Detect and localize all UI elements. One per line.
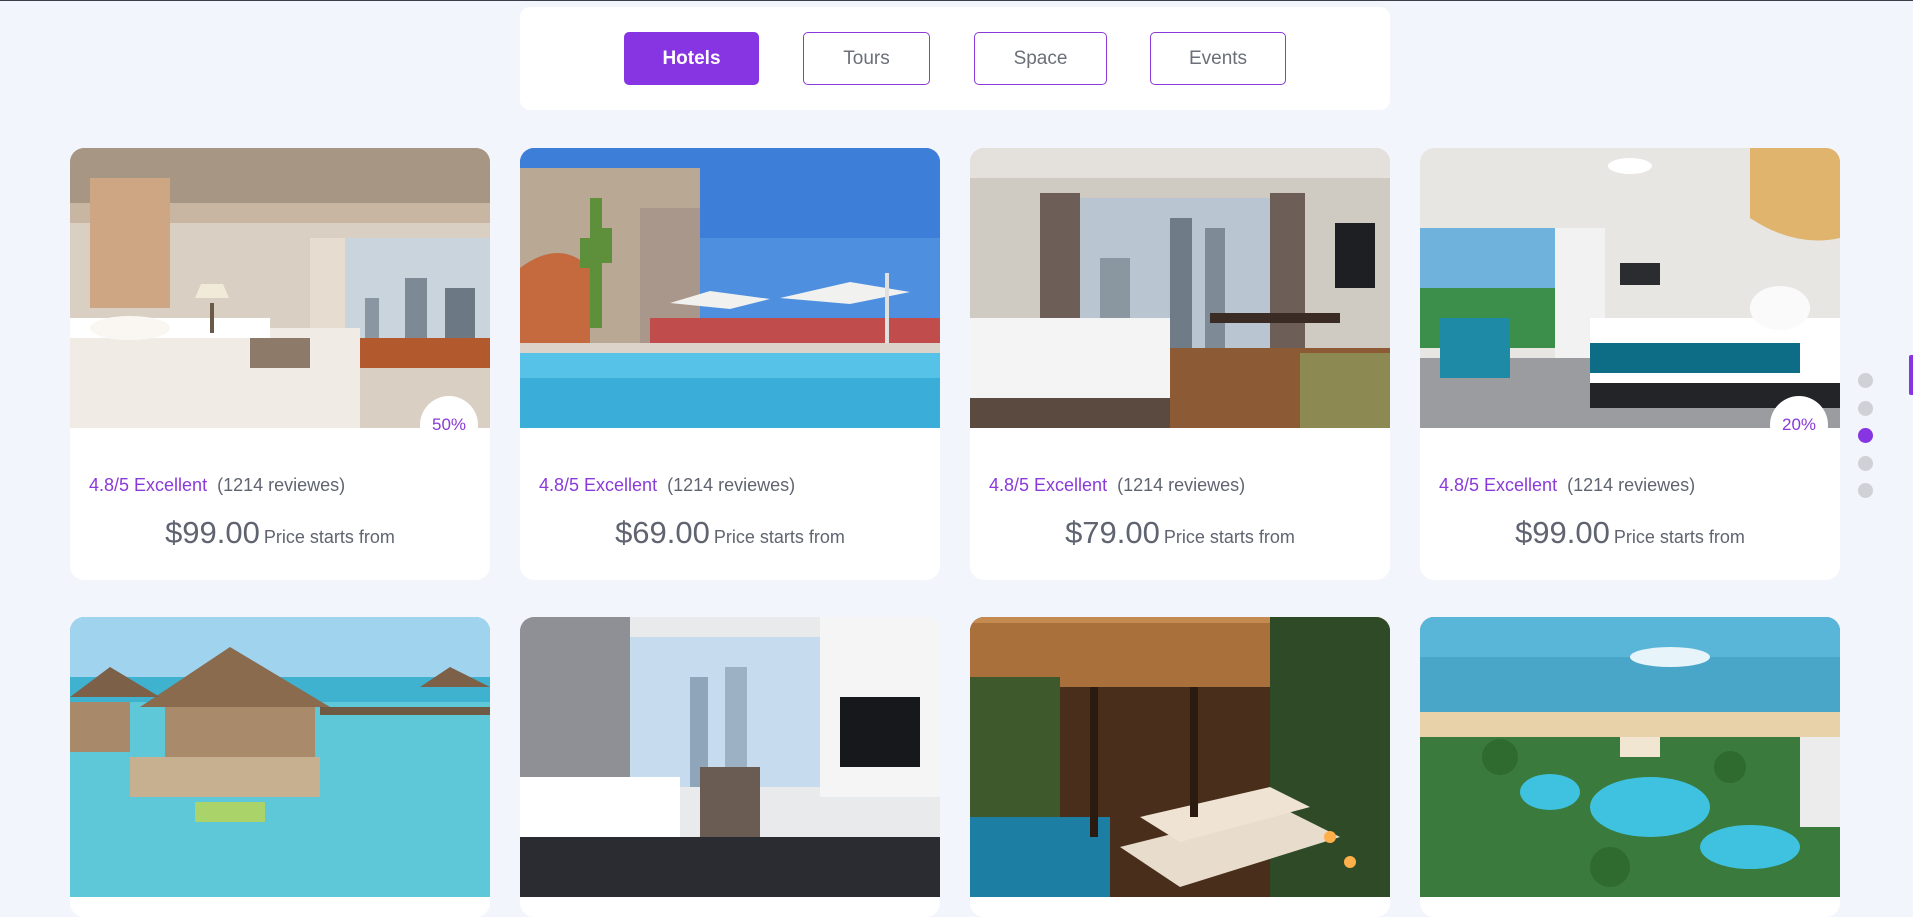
category-tab-panel: Hotels Tours Space Events xyxy=(520,7,1390,110)
rating-row: 4.8/5 Excellent (1214 reviewes) xyxy=(1439,475,1695,496)
tab-space[interactable]: Space xyxy=(974,32,1107,85)
hotel-card[interactable]: 20% 4.8/5 Excellent (1214 reviewes) $99.0… xyxy=(1420,148,1840,580)
review-count: (1214 reviewes) xyxy=(1567,475,1696,495)
hotel-photo[interactable] xyxy=(520,617,940,897)
price-row: $79.00 Price starts from xyxy=(970,515,1390,551)
rating-row: 4.8/5 Excellent (1214 reviewes) xyxy=(539,475,795,496)
tab-events[interactable]: Events xyxy=(1150,32,1286,85)
slide-dot-1[interactable] xyxy=(1858,373,1873,388)
hotel-card[interactable] xyxy=(970,617,1390,917)
rating-score: 4.8/5 Excellent xyxy=(89,475,208,495)
rating-score: 4.8/5 Excellent xyxy=(1439,475,1558,495)
price: $99.00 xyxy=(165,515,260,550)
price-note: Price starts from xyxy=(1163,527,1295,547)
price: $99.00 xyxy=(1515,515,1610,550)
hotel-card[interactable] xyxy=(1420,617,1840,917)
review-count: (1214 reviewes) xyxy=(1117,475,1246,495)
hotel-photo[interactable] xyxy=(70,148,490,428)
hotel-card[interactable]: 4.8/5 Excellent (1214 reviewes) $79.00 Pri… xyxy=(970,148,1390,580)
hotel-photo[interactable] xyxy=(70,617,490,897)
price-row: $99.00 Price starts from xyxy=(70,515,490,551)
discount-badge: 50% xyxy=(420,396,478,454)
review-count: (1214 reviewes) xyxy=(217,475,346,495)
rating-score: 4.8/5 Excellent xyxy=(989,475,1108,495)
top-border xyxy=(0,0,1913,1)
hotel-photo[interactable] xyxy=(520,148,940,428)
hotel-photo[interactable] xyxy=(970,617,1390,897)
hotel-photo[interactable] xyxy=(1420,148,1840,428)
hotel-photo[interactable] xyxy=(970,148,1390,428)
price-row: $99.00 Price starts from xyxy=(1420,515,1840,551)
discount-badge: 20% xyxy=(1770,396,1828,454)
price: $79.00 xyxy=(1065,515,1160,550)
price: $69.00 xyxy=(615,515,710,550)
slide-dot-4[interactable] xyxy=(1858,456,1873,471)
slide-dot-3[interactable] xyxy=(1858,428,1873,443)
tab-tours[interactable]: Tours xyxy=(803,32,930,85)
slide-dot-5[interactable] xyxy=(1858,483,1873,498)
price-note: Price starts from xyxy=(1613,527,1745,547)
review-count: (1214 reviewes) xyxy=(667,475,796,495)
rating-row: 4.8/5 Excellent (1214 reviewes) xyxy=(989,475,1245,496)
rating-score: 4.8/5 Excellent xyxy=(539,475,658,495)
hotel-card[interactable] xyxy=(70,617,490,917)
hotel-card[interactable] xyxy=(520,617,940,917)
price-note: Price starts from xyxy=(263,527,395,547)
hotel-card[interactable]: 4.8/5 Excellent (1214 reviewes) $69.00 Pri… xyxy=(520,148,940,580)
slide-dot-2[interactable] xyxy=(1858,401,1873,416)
tab-hotels[interactable]: Hotels xyxy=(624,32,759,85)
hotel-photo[interactable] xyxy=(1420,617,1840,897)
side-scroll-indicator xyxy=(1909,355,1913,395)
rating-row: 4.8/5 Excellent (1214 reviewes) xyxy=(89,475,345,496)
price-note: Price starts from xyxy=(713,527,845,547)
price-row: $69.00 Price starts from xyxy=(520,515,940,551)
hotel-card[interactable]: 50% 4.8/5 Excellent (1214 reviewes) $99.0… xyxy=(70,148,490,580)
